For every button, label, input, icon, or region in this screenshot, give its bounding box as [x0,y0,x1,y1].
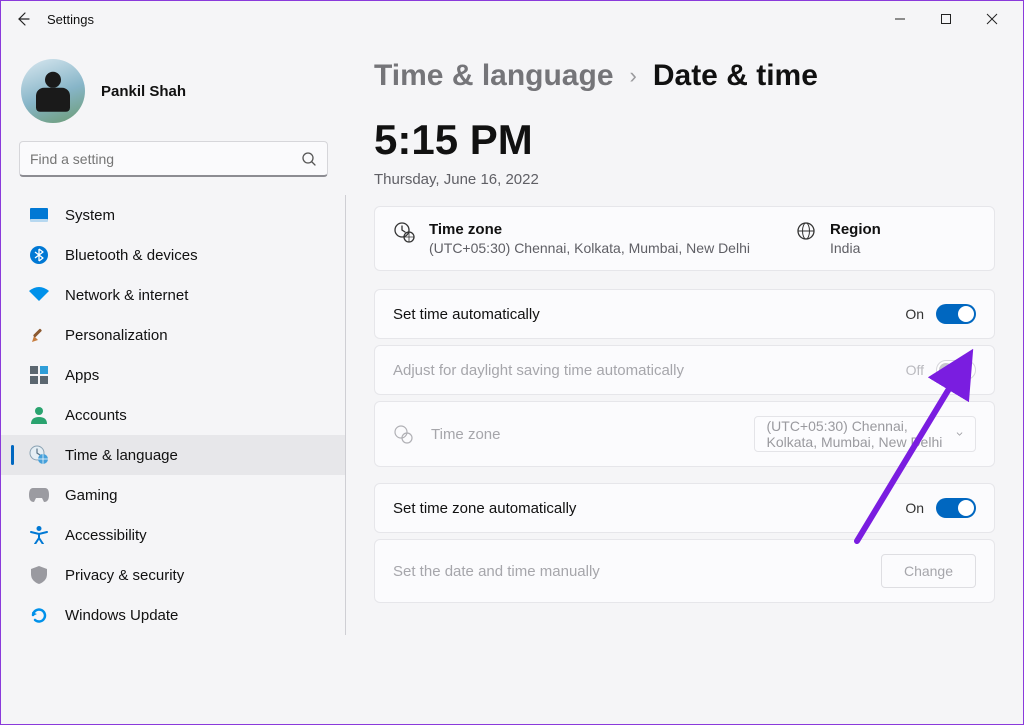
sidebar-label: Accessibility [65,527,147,544]
summary-panel: Time zone (UTC+05:30) Chennai, Kolkata, … [374,206,995,271]
region-value: India [830,240,881,256]
change-button: Change [881,554,976,588]
toggle-state: On [905,306,924,322]
sidebar-item-privacy[interactable]: Privacy & security [1,555,345,595]
sidebar-label: Apps [65,367,99,384]
sidebar-label: Privacy & security [65,567,184,584]
sidebar: Pankil Shah System Bluetooth & devices N… [1,37,346,724]
titlebar: Settings [1,1,1023,37]
timezone-title: Time zone [429,221,750,238]
arrow-left-icon [15,11,31,27]
clock-globe-icon [29,445,49,465]
set-time-auto-toggle[interactable] [936,304,976,324]
setting-set-time-auto: Set time automatically On [374,289,995,339]
sidebar-item-personalization[interactable]: Personalization [1,315,345,355]
dst-auto-toggle [936,360,976,380]
maximize-icon [940,13,952,25]
setting-manual: Set the date and time manually Change [374,539,995,603]
setting-dst-auto: Adjust for daylight saving time automati… [374,345,995,395]
clock-globe-icon [393,221,415,248]
setting-label: Set time automatically [393,306,540,323]
sidebar-item-network[interactable]: Network & internet [1,275,345,315]
minimize-button[interactable] [877,4,923,34]
setting-label: Adjust for daylight saving time automati… [393,362,684,379]
wifi-icon [29,285,49,305]
page-title: Date & time [653,59,818,93]
current-time: 5:15 PM [374,119,995,161]
toggle-state: On [905,500,924,516]
profile-name: Pankil Shah [101,83,186,100]
window-title: Settings [47,12,94,27]
person-icon [29,405,49,425]
avatar [21,59,85,123]
sidebar-label: Gaming [65,487,118,504]
sidebar-label: Time & language [65,447,178,464]
sidebar-label: Windows Update [65,607,178,624]
current-date: Thursday, June 16, 2022 [374,171,995,188]
close-button[interactable] [969,4,1015,34]
sidebar-label: Network & internet [65,287,188,304]
clock-globe-icon [393,424,413,444]
sidebar-item-accessibility[interactable]: Accessibility [1,515,345,555]
sidebar-label: Personalization [65,327,168,344]
region-title: Region [830,221,881,238]
main-content: Time & language › Date & time 5:15 PM Th… [346,37,1023,724]
sidebar-item-time-language[interactable]: Time & language [1,435,345,475]
setting-label: Set time zone automatically [393,500,576,517]
setting-label: Set the date and time manually [393,563,600,580]
paintbrush-icon [29,325,49,345]
breadcrumb-parent[interactable]: Time & language [374,59,614,93]
sidebar-label: Accounts [65,407,127,424]
sidebar-item-system[interactable]: System [1,195,345,235]
search-input[interactable] [30,151,301,167]
toggle-state: Off [906,362,924,378]
update-icon [29,605,49,625]
close-icon [986,13,998,25]
back-button[interactable] [9,5,37,33]
set-tz-auto-toggle[interactable] [936,498,976,518]
shield-icon [29,565,49,585]
sidebar-label: Bluetooth & devices [65,247,198,264]
chevron-down-icon [956,428,963,440]
accessibility-icon [29,525,49,545]
sidebar-item-gaming[interactable]: Gaming [1,475,345,515]
sidebar-label: System [65,207,115,224]
sidebar-item-apps[interactable]: Apps [1,355,345,395]
window-controls [877,4,1015,34]
apps-icon [29,365,49,385]
globe-icon [796,221,816,246]
sidebar-item-accounts[interactable]: Accounts [1,395,345,435]
monitor-icon [29,205,49,225]
bluetooth-icon [29,245,49,265]
timezone-dropdown: (UTC+05:30) Chennai, Kolkata, Mumbai, Ne… [754,416,977,452]
timezone-value: (UTC+05:30) Chennai, Kolkata, Mumbai, Ne… [429,240,750,256]
timezone-selected: (UTC+05:30) Chennai, Kolkata, Mumbai, Ne… [767,418,956,450]
sidebar-item-bluetooth[interactable]: Bluetooth & devices [1,235,345,275]
timezone-label: Time zone [431,426,521,443]
minimize-icon [894,13,906,25]
gamepad-icon [29,485,49,505]
chevron-right-icon: › [630,63,637,89]
setting-timezone-select: Time zone (UTC+05:30) Chennai, Kolkata, … [374,401,995,467]
breadcrumb: Time & language › Date & time [374,59,995,93]
profile-block[interactable]: Pankil Shah [1,51,346,141]
search-box[interactable] [19,141,328,177]
search-icon [301,151,317,167]
sidebar-item-windows-update[interactable]: Windows Update [1,595,345,635]
setting-set-tz-auto: Set time zone automatically On [374,483,995,533]
maximize-button[interactable] [923,4,969,34]
nav: System Bluetooth & devices Network & int… [1,195,346,635]
